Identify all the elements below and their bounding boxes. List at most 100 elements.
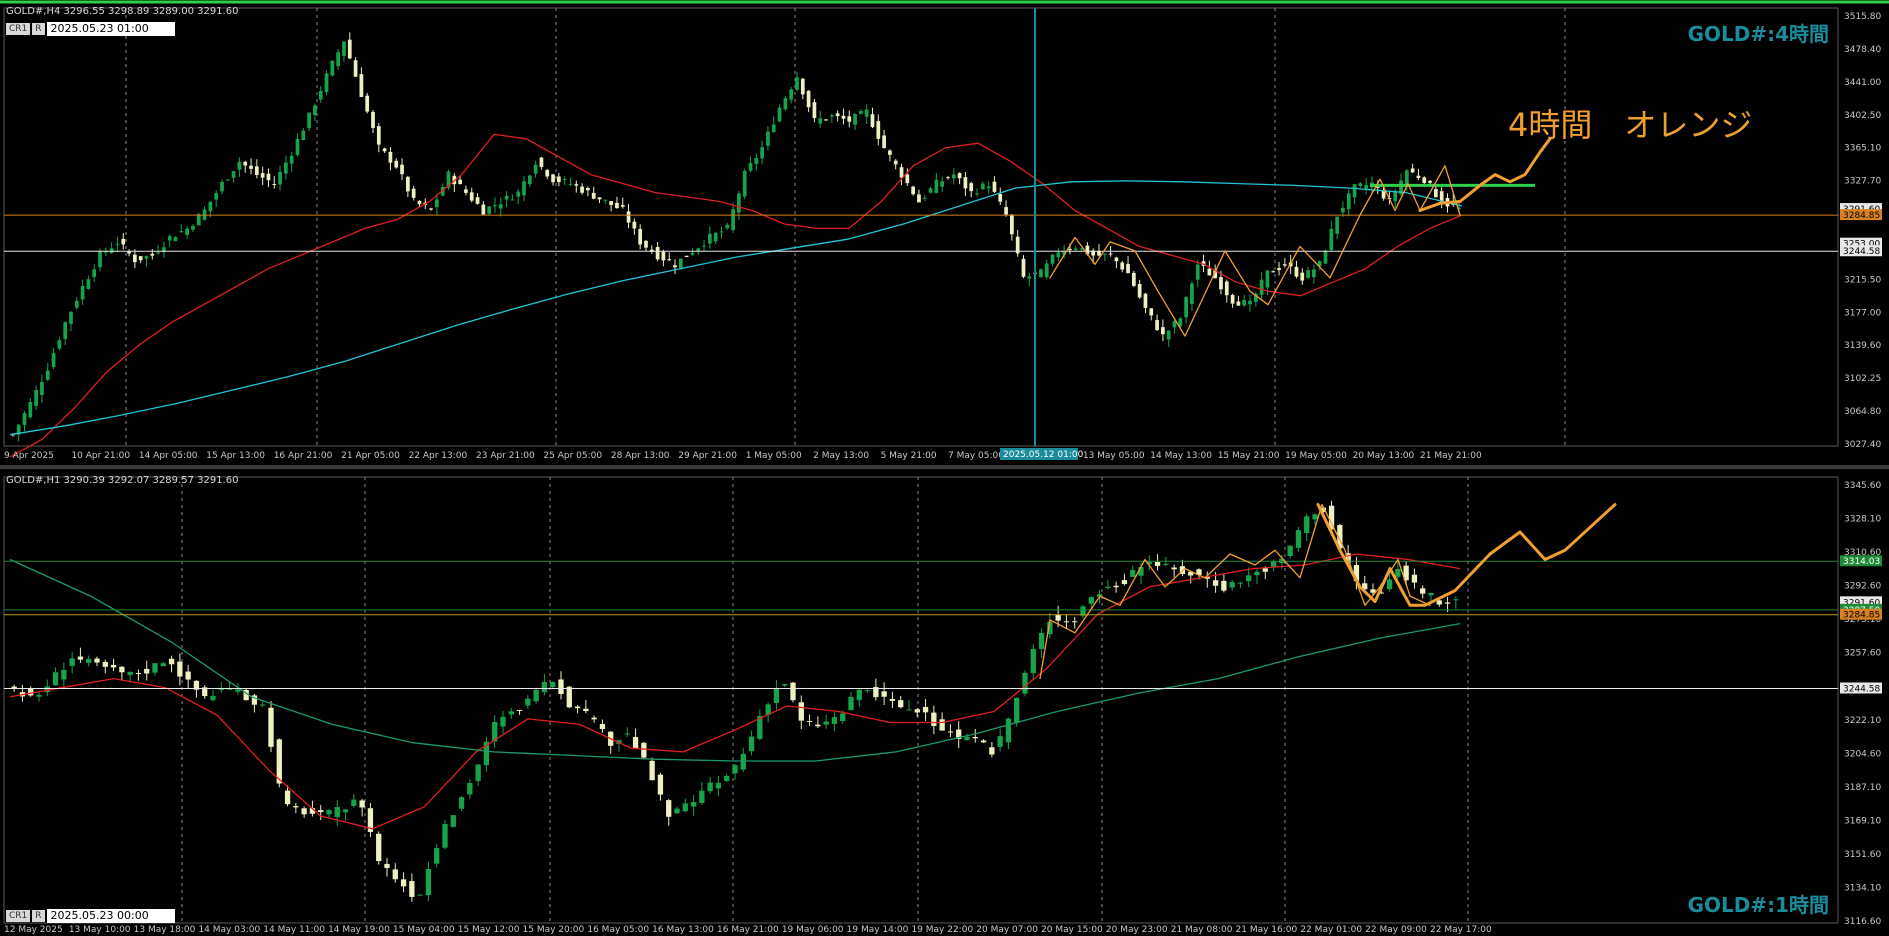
candle-body (1306, 270, 1310, 279)
ma_fast-line (9, 553, 1461, 830)
candle-body (179, 231, 184, 233)
candle-body (376, 126, 381, 145)
candle-body (773, 688, 780, 704)
h4-controls: CR1 R 2025.05.23 01:00 (6, 22, 175, 36)
time-axis-label: 20 May 07:00 (976, 925, 1038, 935)
time-axis-label: 14 Apr 05:00 (139, 451, 198, 461)
candle-body (818, 118, 823, 124)
candle-body (806, 90, 811, 108)
candle-body (22, 413, 27, 425)
candle-body (138, 256, 143, 261)
candle-body (1044, 263, 1049, 278)
candle-body (1073, 248, 1078, 250)
time-axis-label: 5 May 21:00 (881, 451, 937, 461)
candle-body (152, 663, 158, 673)
time-axis-label: 10 Apr 21:00 (71, 451, 130, 461)
candle-body (989, 747, 995, 755)
candle-body (1126, 264, 1130, 274)
candle-body (1072, 621, 1078, 623)
h1-chart-pane[interactable]: 3345.60 3328.10 3310.60 3292.60 3275.10 3257.… (0, 469, 1889, 936)
candle-body (889, 698, 896, 701)
candle-body (307, 112, 311, 129)
candle-body (1212, 580, 1219, 586)
time-axis-label: 14 May 19:00 (328, 925, 390, 935)
candle-body (469, 192, 474, 201)
candle-body (365, 95, 370, 112)
candle-body (934, 179, 939, 193)
h4-chart-pane[interactable]: 3515.80 3478.40 3441.00 3402.50 3365.10 3327.… (0, 0, 1889, 467)
candle-body (11, 686, 17, 689)
candle-body (719, 231, 724, 233)
candle-body (539, 157, 544, 167)
candle-body (732, 765, 738, 774)
candle-body (1300, 272, 1305, 281)
time-axis-label: 22 May 09:00 (1365, 925, 1427, 935)
candle-body (696, 248, 701, 252)
h4-r-button[interactable]: R (32, 23, 45, 35)
time-axis-label: 25 Apr 05:00 (543, 451, 602, 461)
candle-body (435, 199, 439, 208)
price-axis-label: 3116.60 (1844, 917, 1881, 927)
candle-body (272, 184, 277, 186)
candle-body (1190, 283, 1194, 305)
candle-body (45, 370, 50, 380)
candle-body (225, 179, 230, 181)
price-axis-label: 3478.40 (1844, 45, 1881, 55)
candle-body (911, 186, 916, 195)
candle-body (609, 201, 613, 205)
candle-body (34, 389, 38, 407)
candle-body (301, 808, 307, 815)
candle-body (782, 684, 788, 686)
candle-body (545, 170, 550, 177)
candle-body (558, 679, 564, 695)
candle-body (882, 135, 886, 148)
candle-body (737, 193, 741, 213)
h1-cr-button[interactable]: CR1 (6, 910, 31, 922)
candle-body (690, 802, 697, 807)
candle-body (1404, 170, 1409, 185)
time-axis-label: 19 May 06:00 (782, 925, 844, 935)
candle-body (208, 201, 213, 212)
candle-body (760, 147, 764, 159)
h4-date-field[interactable]: 2025.05.23 01:00 (46, 22, 175, 36)
candle-body (119, 666, 125, 673)
time-axis-label: 14 May 13:00 (1150, 451, 1212, 461)
candle-body (856, 689, 862, 701)
candle-body (1393, 191, 1398, 202)
time-axis-label: 20 May 23:00 (1106, 925, 1168, 935)
candle-body (841, 115, 846, 119)
candle-body (624, 733, 630, 735)
candle-body (77, 656, 84, 660)
h1-controls: CR1 R 2025.05.23 00:00 (6, 909, 175, 923)
candle-body (657, 774, 664, 795)
candle-body (1154, 561, 1161, 566)
candle-body (992, 181, 997, 192)
candle-body (667, 259, 672, 261)
candle-body (1386, 579, 1393, 590)
h1-r-button[interactable]: R (32, 910, 45, 922)
candle-body (986, 186, 991, 189)
candle-body (1166, 330, 1171, 340)
h1-date-field[interactable]: 2025.05.23 00:00 (46, 909, 175, 923)
time-axis-label: 21 May 08:00 (1171, 925, 1233, 935)
candle-body (1259, 279, 1264, 295)
candle-body (963, 177, 968, 189)
candle-body (210, 695, 216, 701)
time-axis-label: 20 May 15:00 (1041, 925, 1103, 935)
h1-chart-canvas[interactable]: 3345.603328.103310.603292.603275.103257.… (0, 469, 1889, 936)
candle-body (1114, 257, 1119, 262)
candle-body (1010, 214, 1014, 235)
candle-body (500, 716, 506, 727)
candle-body (110, 664, 117, 668)
candle-body (342, 41, 346, 56)
candle-body (1155, 320, 1159, 331)
candle-body (1364, 184, 1369, 189)
h4-chart-canvas[interactable]: 3515.80 3478.40 3441.00 3402.50 3365.10 3327.… (0, 0, 1889, 465)
candle-body (777, 107, 782, 122)
candle-body (1143, 293, 1148, 308)
h4-cr-button[interactable]: CR1 (6, 23, 31, 35)
candle-body (434, 848, 440, 864)
candle-body (1428, 180, 1432, 183)
candle-body (144, 668, 150, 674)
candle-body (951, 174, 956, 179)
